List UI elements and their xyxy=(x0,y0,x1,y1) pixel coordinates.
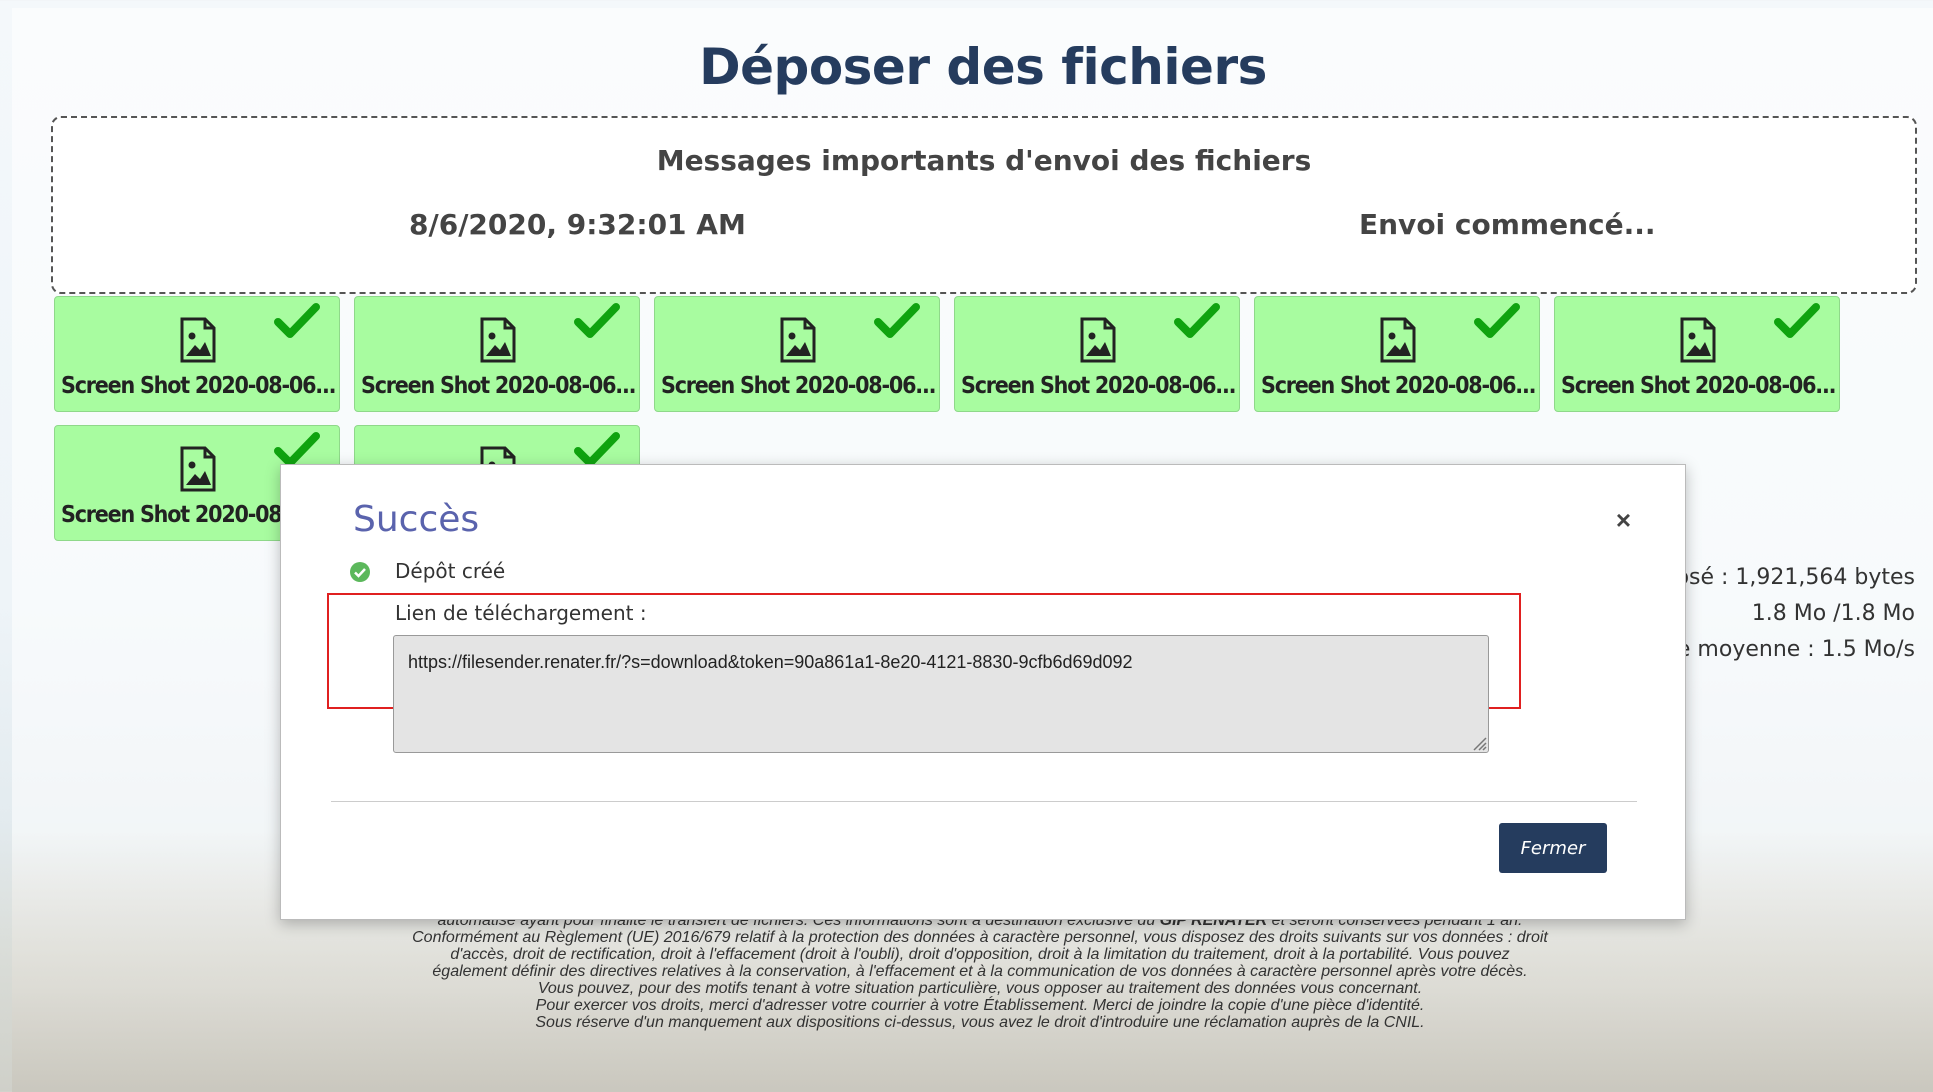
checkmark-icon xyxy=(1474,303,1520,338)
legal-line-6: Pour exercer vos droits, merci d'adresse… xyxy=(535,997,1425,1014)
file-tile[interactable]: Screen Shot 2020-08-06... xyxy=(654,296,940,412)
image-file-icon xyxy=(480,317,516,363)
checkmark-icon xyxy=(574,303,620,338)
upload-progress: 1.8 Mo /1.8 Mo xyxy=(1751,601,1915,626)
legal-line-3: d'accès, droit de rectification, droit à… xyxy=(450,946,1510,963)
file-tile[interactable]: Screen Shot 2020-08-06... xyxy=(54,296,340,412)
file-name: Screen Shot 2020-08-06... xyxy=(361,373,635,399)
file-name: Screen Shot 2020-08-06... xyxy=(1261,373,1535,399)
upload-stats: osé : 1,921,564 bytes 1.8 Mo /1.8 Mo e m… xyxy=(1676,560,1915,668)
image-file-icon xyxy=(180,446,216,492)
legal-line-7: Sous réserve d'un manquement aux disposi… xyxy=(535,1014,1425,1031)
resize-grip-icon[interactable] xyxy=(1471,735,1487,751)
message-status: Envoi commencé... xyxy=(1359,208,1656,241)
file-tile[interactable]: Screen Shot 2020-08-06... xyxy=(1554,296,1840,412)
file-tile[interactable]: Screen Shot 2020-08-06... xyxy=(954,296,1240,412)
close-icon[interactable]: × xyxy=(1616,505,1631,536)
message-timestamp: 8/6/2020, 9:32:01 AM xyxy=(409,208,746,241)
file-name: Screen Shot 2020-08-06... xyxy=(961,373,1235,399)
image-file-icon xyxy=(180,317,216,363)
legal-notice: automatisé ayant pour finalité le transf… xyxy=(280,912,1680,1031)
file-name: Screen Shot 2020-08-06... xyxy=(661,373,935,399)
file-tile[interactable]: Screen Shot 2020-08-06... xyxy=(354,296,640,412)
deposit-created-message: Dépôt créé xyxy=(395,559,506,583)
checkmark-icon xyxy=(1174,303,1220,338)
image-file-icon xyxy=(780,317,816,363)
download-link-label: Lien de téléchargement : xyxy=(395,601,647,625)
checkmark-icon xyxy=(1774,303,1820,338)
check-circle-icon xyxy=(350,562,370,582)
file-name: Screen Shot 2020-08-06... xyxy=(61,373,335,399)
legal-line-5: Vous pouvez, pour des motifs tenant à vo… xyxy=(537,980,1423,997)
file-name: Screen Shot 2020-08-06... xyxy=(1561,373,1835,399)
checkmark-icon xyxy=(274,303,320,338)
dialog-title: Succès xyxy=(353,499,480,540)
upload-messages-box: Messages importants d'envoi des fichiers… xyxy=(51,116,1917,294)
close-button[interactable]: Fermer xyxy=(1499,823,1607,873)
messages-heading: Messages importants d'envoi des fichiers xyxy=(656,144,1312,177)
upload-speed: e moyenne : 1.5 Mo/s xyxy=(1676,637,1915,662)
image-file-icon xyxy=(1380,317,1416,363)
legal-line-4: également définir des directives relativ… xyxy=(432,963,1528,980)
success-dialog: Succès × Dépôt créé Lien de téléchargeme… xyxy=(280,464,1686,920)
uploaded-bytes: osé : 1,921,564 bytes xyxy=(1675,565,1915,590)
image-file-icon xyxy=(1680,317,1716,363)
dialog-divider xyxy=(331,801,1637,802)
legal-line-2: Conformément au Règlement (UE) 2016/679 … xyxy=(412,929,1548,946)
checkmark-icon xyxy=(874,303,920,338)
file-tile[interactable]: Screen Shot 2020-08-06... xyxy=(1254,296,1540,412)
page-title: Déposer des fichiers xyxy=(699,38,1267,96)
download-link-field[interactable]: https://filesender.renater.fr/?s=downloa… xyxy=(393,635,1489,753)
image-file-icon xyxy=(1080,317,1116,363)
